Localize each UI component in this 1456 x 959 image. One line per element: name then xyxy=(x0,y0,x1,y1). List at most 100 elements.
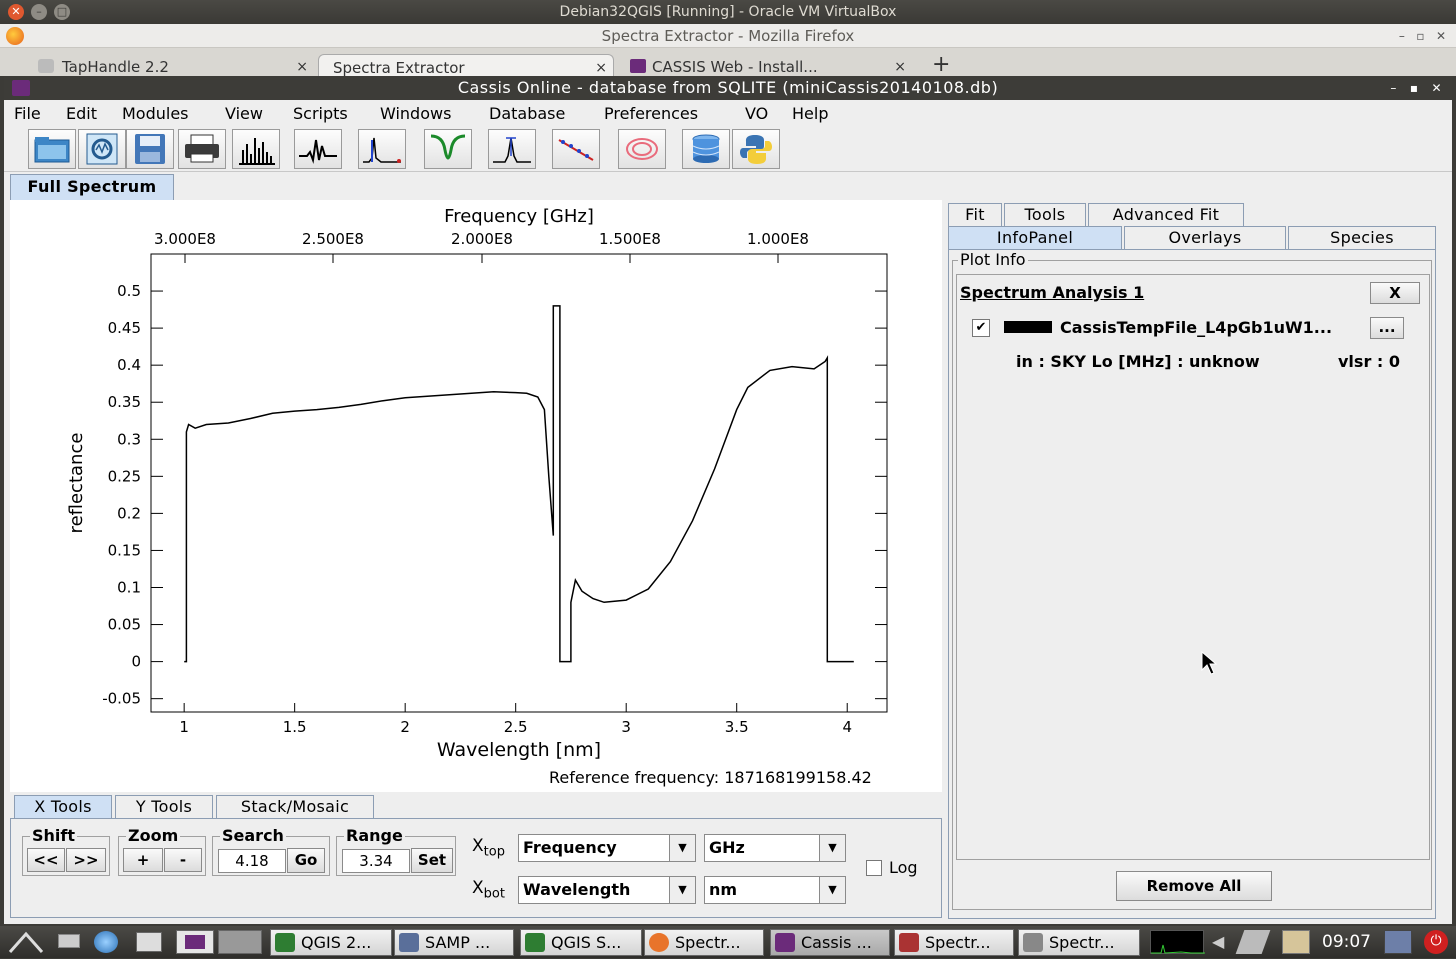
new-tab-button[interactable]: + xyxy=(932,52,950,77)
task-qgis-2[interactable]: QGIS S... xyxy=(520,929,642,956)
firefox-window-controls[interactable]: – ▫ ✕ xyxy=(1399,24,1446,48)
taskbar: QGIS 2... SAMP ... QGIS S... Spectr... C… xyxy=(0,926,1456,958)
tab-close-icon[interactable]: × xyxy=(894,59,906,75)
range-input[interactable]: 3.34 xyxy=(342,849,410,873)
remove-all-button[interactable]: Remove All xyxy=(1116,871,1272,901)
search-input[interactable]: 4.18 xyxy=(218,849,286,873)
x-bot-label: Xbot xyxy=(472,878,505,902)
go-button[interactable]: Go xyxy=(287,848,325,873)
close-analysis-button[interactable]: X xyxy=(1370,282,1420,304)
spectrum-visible-checkbox[interactable]: ✔ xyxy=(972,319,990,337)
loomis-icon[interactable] xyxy=(618,129,666,169)
menu-database[interactable]: Database xyxy=(489,104,565,123)
volume-icon[interactable]: ◀ xyxy=(1212,932,1224,951)
spectrum-plot[interactable]: 3.000E8 2.500E8 2.000E8 1.500E8 1.000E8 Frequ… xyxy=(10,200,942,792)
start-menu-icon[interactable] xyxy=(6,930,46,954)
browser-tab-taphandle[interactable]: TapHandle 2.2 × xyxy=(30,54,314,78)
tab-x-tools[interactable]: X Tools xyxy=(14,795,112,819)
spectrum-analysis-icon[interactable] xyxy=(358,129,406,169)
python-icon[interactable] xyxy=(732,129,780,169)
display-settings-icon[interactable] xyxy=(1384,930,1412,954)
y-tick-label: 0.2 xyxy=(117,504,141,522)
y-tick-label: -0.05 xyxy=(102,690,141,708)
tab-close-icon[interactable]: × xyxy=(595,60,607,76)
task-firefox-spectra[interactable]: Spectr... xyxy=(644,929,764,956)
power-icon[interactable]: ⏻ xyxy=(1424,930,1448,954)
shift-right-button[interactable]: >> xyxy=(66,848,106,872)
log-checkbox[interactable] xyxy=(866,860,882,876)
menu-vo[interactable]: VO xyxy=(745,104,768,123)
shift-left-button[interactable]: << xyxy=(27,848,65,872)
line-spectrum-icon[interactable] xyxy=(232,129,280,169)
task-cassis[interactable]: Cassis ... xyxy=(770,929,890,956)
more-options-button[interactable]: ... xyxy=(1370,317,1404,339)
spectra-app-icon xyxy=(899,933,919,952)
cassis-launcher-icon[interactable] xyxy=(176,930,214,954)
top-tick-label: 2.000E8 xyxy=(451,230,513,248)
x-top-unit-select[interactable]: GHz ▼ xyxy=(704,834,846,862)
show-desktop-icon[interactable] xyxy=(58,934,80,948)
task-qgis-1[interactable]: QGIS 2... xyxy=(270,929,392,956)
task-spectra-2[interactable]: Spectr... xyxy=(894,929,1014,956)
tab-tools[interactable]: Tools xyxy=(1004,203,1086,227)
top-tick-label: 1.500E8 xyxy=(599,230,661,248)
cassis-window-controls[interactable]: – ▪ ✕ xyxy=(1390,76,1442,100)
menu-modules[interactable]: Modules xyxy=(122,104,189,123)
series-color-swatch[interactable] xyxy=(1004,321,1052,333)
database-icon[interactable] xyxy=(682,129,730,169)
tab-y-tools[interactable]: Y Tools xyxy=(115,795,213,819)
menu-windows[interactable]: Windows xyxy=(380,104,451,123)
open-spectrum-icon[interactable] xyxy=(78,129,126,169)
set-button[interactable]: Set xyxy=(411,848,453,873)
menu-help[interactable]: Help xyxy=(792,104,828,123)
x-bot-unit-select[interactable]: nm ▼ xyxy=(704,876,846,904)
save-icon[interactable] xyxy=(126,129,174,169)
y-tick-label: 0.1 xyxy=(117,578,141,596)
tab-overlays[interactable]: Overlays xyxy=(1124,226,1286,250)
task-spectra-3[interactable]: Spectr... xyxy=(1018,929,1140,956)
close-icon[interactable]: ✕ xyxy=(8,4,24,20)
firefox-icon xyxy=(649,933,669,952)
network-icon[interactable] xyxy=(94,931,118,953)
spectrum-icon[interactable] xyxy=(294,129,342,169)
plot-panel[interactable]: 3.000E8 2.500E8 2.000E8 1.500E8 1.000E8 Frequ… xyxy=(10,200,942,792)
zoom-in-button[interactable]: + xyxy=(123,848,163,872)
y-tick-label: 0.15 xyxy=(108,541,141,559)
workspace-switcher[interactable] xyxy=(218,930,262,954)
top-axis-title: Frequency [GHz] xyxy=(444,206,594,227)
menu-edit[interactable]: Edit xyxy=(66,104,97,123)
tab-species[interactable]: Species xyxy=(1288,226,1436,250)
menu-file[interactable]: File xyxy=(14,104,41,123)
mouse-cursor-icon xyxy=(1201,650,1218,675)
task-samp[interactable]: SAMP ... xyxy=(394,929,514,956)
window-list-icon[interactable] xyxy=(136,932,162,952)
browser-tab-spectra-extractor[interactable]: Spectra Extractor × xyxy=(318,54,614,78)
browser-tab-cassis-web[interactable]: CASSIS Web - Install... × xyxy=(620,54,912,78)
x-top-type-select[interactable]: Frequency ▼ xyxy=(518,834,696,862)
maximize-icon[interactable]: □ xyxy=(54,4,70,20)
open-folder-icon[interactable] xyxy=(28,129,76,169)
tab-full-spectrum[interactable]: Full Spectrum xyxy=(10,174,174,200)
minimize-icon[interactable]: – xyxy=(31,4,47,20)
clock: 09:07 xyxy=(1322,932,1371,952)
cassis-favicon-icon xyxy=(630,59,646,73)
tab-label: TapHandle 2.2 xyxy=(62,58,169,76)
clipboard-icon[interactable] xyxy=(1282,930,1310,954)
top-tick-label: 2.500E8 xyxy=(302,230,364,248)
menu-scripts[interactable]: Scripts xyxy=(293,104,348,123)
x-bot-type-select[interactable]: Wavelength ▼ xyxy=(518,876,696,904)
rotational-diagram-icon[interactable] xyxy=(552,129,600,169)
tab-stack-mosaic[interactable]: Stack/Mosaic xyxy=(216,795,374,819)
spectrum-info-line: in : SKY Lo [MHz] : unknow xyxy=(1016,352,1260,371)
peak-icon[interactable] xyxy=(488,129,536,169)
tab-advanced-fit[interactable]: Advanced Fit xyxy=(1088,203,1244,227)
tab-infopanel[interactable]: InfoPanel xyxy=(948,226,1122,250)
print-icon[interactable] xyxy=(178,129,226,169)
line-profile-icon[interactable] xyxy=(424,129,472,169)
tab-fit[interactable]: Fit xyxy=(948,203,1002,227)
tab-close-icon[interactable]: × xyxy=(296,59,308,75)
zoom-out-button[interactable]: - xyxy=(164,848,202,872)
menu-view[interactable]: View xyxy=(225,104,263,123)
tray-app-icon[interactable] xyxy=(1235,930,1271,954)
menu-preferences[interactable]: Preferences xyxy=(604,104,698,123)
